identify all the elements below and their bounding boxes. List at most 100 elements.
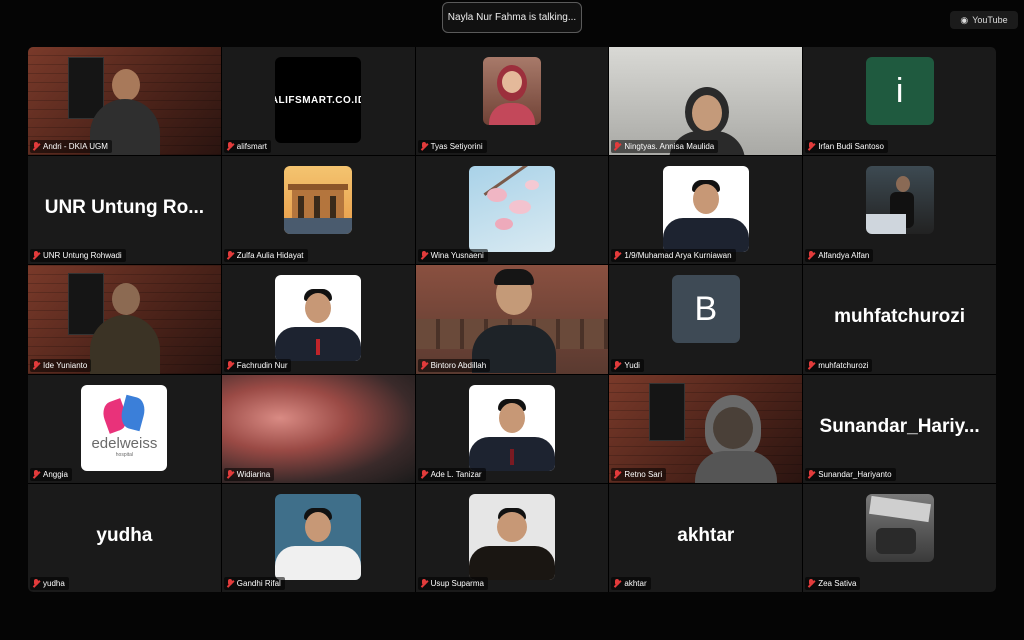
participant-name-tag: Fachrudin Nur — [223, 358, 292, 372]
participant-name-tag: Bintoro Abdillah — [417, 358, 491, 372]
participant-tile[interactable]: Gandhi Rifal — [221, 483, 415, 592]
participant-video — [609, 47, 803, 156]
participant-name-tag: Sunandar_Hariyanto — [805, 467, 896, 481]
muted-mic-icon — [807, 469, 815, 479]
participant-tile[interactable]: edelweiss hospital Anggia — [28, 374, 221, 483]
participant-photo — [468, 166, 555, 253]
muted-mic-icon — [613, 360, 621, 370]
participant-name-tag: Ade L. Tanizar — [417, 467, 486, 481]
participant-photo — [284, 166, 353, 235]
participant-video — [609, 374, 803, 483]
youtube-label: YouTube — [972, 15, 1008, 25]
participant-tile[interactable]: Ade L. Tanizar — [415, 374, 609, 483]
muted-mic-icon — [226, 251, 234, 260]
muted-mic-icon — [32, 469, 40, 479]
participant-name-tag: Ningtyas. Annisa Maulida — [611, 140, 719, 154]
participant-tile[interactable]: Bintoro Abdillah — [415, 265, 609, 374]
participant-name-tag: Widiarina — [223, 467, 275, 481]
participant-photo — [275, 275, 362, 362]
participant-name-tag: UNR Untung Rohwadi — [30, 249, 126, 263]
participant-gallery: Andri - DKIA UGM ALIFSMART.CO.ID alifsma… — [28, 47, 996, 592]
participant-tile[interactable]: muhfatchurozi muhfatchurozi — [803, 265, 996, 374]
participant-display-name: akhtar — [677, 524, 735, 546]
participant-name-tag: yudha — [30, 576, 69, 590]
participant-tile[interactable]: Retno Sari — [609, 374, 803, 483]
participant-name-tag: Ide Yunianto — [30, 358, 92, 372]
muted-mic-icon — [226, 578, 234, 588]
muted-mic-icon — [420, 251, 428, 260]
participant-display-name: yudha — [96, 524, 153, 546]
participant-tile[interactable]: 1/9/Muhamad Arya Kurniawan — [609, 156, 803, 265]
muted-mic-icon — [807, 578, 815, 588]
participant-tile[interactable]: B Yudi — [609, 265, 803, 374]
participant-photo — [662, 166, 749, 253]
participant-name-tag: 1/9/Muhamad Arya Kurniawan — [611, 249, 736, 263]
broadcast-icon: ◉ — [960, 14, 969, 25]
participant-display-name: UNR Untung Ro... — [44, 197, 205, 219]
muted-mic-icon — [32, 251, 40, 260]
participant-name-tag: Yudi — [611, 358, 644, 372]
participant-name-tag: Wina Yusnaeni — [417, 249, 488, 263]
participant-tile[interactable]: Andri - DKIA UGM — [28, 47, 221, 156]
muted-mic-icon — [32, 578, 40, 588]
muted-mic-icon — [807, 251, 815, 260]
participant-name-tag: Irfan Budi Santoso — [805, 140, 889, 154]
participant-tile[interactable]: Fachrudin Nur — [221, 265, 415, 374]
participant-photo — [468, 384, 555, 471]
participant-tile[interactable]: Sunandar_Hariy... Sunandar_Hariyanto — [803, 374, 996, 483]
participant-name-tag: Zulfa Aulia Hidayat — [223, 249, 308, 263]
participant-photo — [865, 166, 934, 235]
participant-tile[interactable]: Usup Suparma — [415, 483, 609, 592]
participant-tile[interactable]: Ide Yunianto — [28, 265, 221, 374]
participant-tile[interactable]: yudha yudha — [28, 483, 221, 592]
participant-name-tag: Anggia — [30, 467, 72, 481]
muted-mic-icon — [807, 142, 815, 151]
participant-avatar: i — [865, 57, 934, 125]
active-speaker-banner: Nayla Nur Fahma is talking... — [442, 2, 582, 33]
muted-mic-icon — [420, 360, 428, 370]
muted-mic-icon — [226, 469, 234, 479]
participant-avatar: B — [671, 275, 740, 344]
participant-photo — [865, 493, 934, 562]
participant-display-name: Sunandar_Hariy... — [819, 415, 980, 437]
participant-name-tag: muhfatchurozi — [805, 358, 873, 372]
participant-name-tag: Zea Sativa — [805, 576, 861, 590]
participant-tile[interactable]: ALIFSMART.CO.ID alifsmart — [221, 47, 415, 156]
muted-mic-icon — [807, 360, 815, 370]
participant-video — [28, 47, 221, 156]
participant-name-tag: Alfandya Alfan — [805, 249, 874, 263]
participant-video — [28, 265, 221, 374]
participant-video — [415, 265, 609, 374]
muted-mic-icon — [420, 469, 428, 479]
muted-mic-icon — [226, 142, 234, 151]
participant-tile[interactable]: Widiarina — [221, 374, 415, 483]
participant-tile[interactable]: Zulfa Aulia Hidayat — [221, 156, 415, 265]
participant-logo: ALIFSMART.CO.ID — [275, 57, 362, 143]
muted-mic-icon — [613, 251, 621, 260]
participant-tile[interactable]: UNR Untung Ro... UNR Untung Rohwadi — [28, 156, 221, 265]
participant-tile[interactable]: Ningtyas. Annisa Maulida — [609, 47, 803, 156]
participant-tile[interactable]: Zea Sativa — [803, 483, 996, 592]
participant-name-tag: alifsmart — [223, 140, 272, 154]
participant-photo — [275, 493, 362, 580]
participant-photo — [482, 57, 541, 125]
participant-logo: edelweiss hospital — [81, 384, 168, 471]
muted-mic-icon — [32, 360, 40, 370]
muted-mic-icon — [226, 360, 234, 370]
participant-display-name: muhfatchurozi — [834, 306, 966, 328]
muted-mic-icon — [420, 578, 428, 588]
participant-name-tag: Usup Suparma — [417, 576, 488, 590]
youtube-live-button[interactable]: ◉ YouTube — [950, 11, 1018, 29]
talking-label: Nayla Nur Fahma is talking... — [447, 12, 577, 23]
muted-mic-icon — [613, 142, 621, 151]
participant-tile[interactable]: akhtar akhtar — [609, 483, 803, 592]
participant-tile[interactable]: i Irfan Budi Santoso — [803, 47, 996, 156]
participant-tile[interactable]: Alfandya Alfan — [803, 156, 996, 265]
participant-name-tag: Andri - DKIA UGM — [30, 140, 112, 154]
participant-tile[interactable]: Wina Yusnaeni — [415, 156, 609, 265]
muted-mic-icon — [613, 578, 621, 588]
participant-name-tag: Gandhi Rifal — [223, 576, 285, 590]
participant-photo — [468, 493, 555, 580]
participant-tile[interactable]: Tyas Setiyorini — [415, 47, 609, 156]
participant-name-tag: akhtar — [611, 576, 651, 590]
